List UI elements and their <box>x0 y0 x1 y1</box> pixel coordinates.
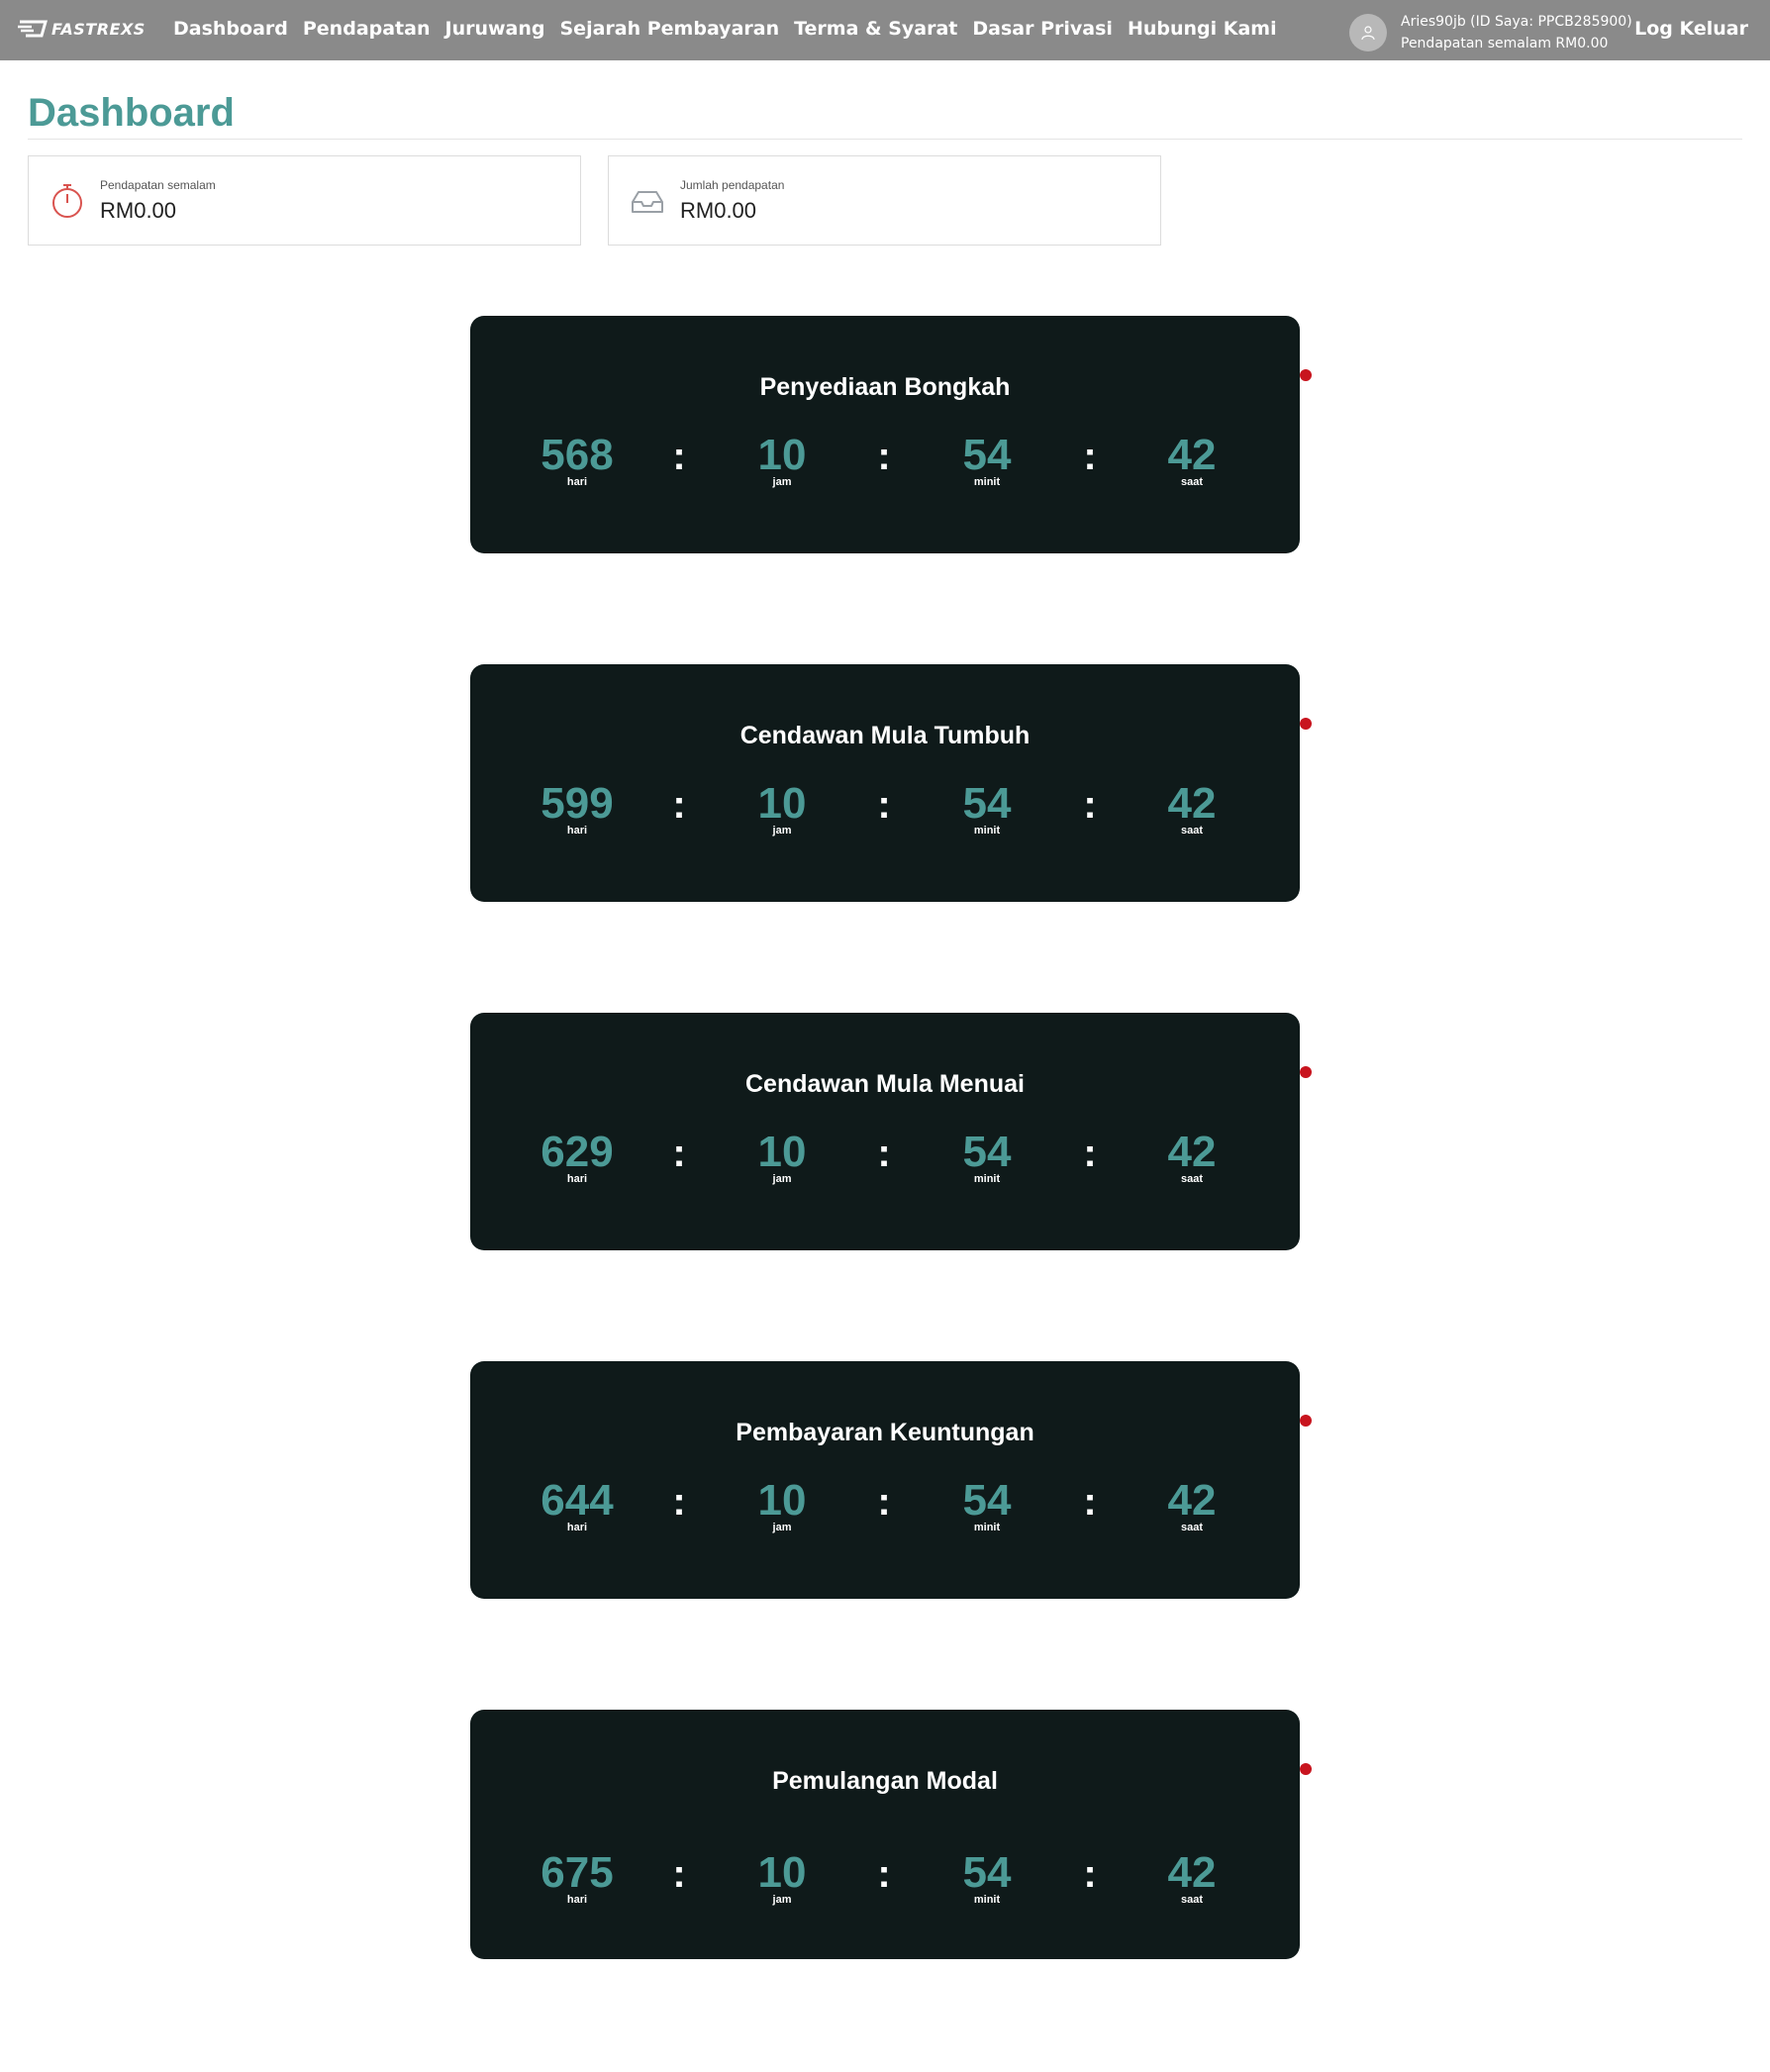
status-dot <box>1300 369 1312 381</box>
countdown-seconds: 42 <box>1167 1476 1217 1525</box>
nav-pendapatan[interactable]: Pendapatan <box>303 18 431 40</box>
user-icon <box>1361 26 1375 41</box>
unit-label-seconds: saat <box>1180 476 1204 488</box>
logo-icon <box>18 20 48 38</box>
countdown-separator: : <box>672 1132 686 1175</box>
countdown-separator: : <box>877 1852 891 1896</box>
countdown-hours: 10 <box>757 1476 807 1525</box>
countdown-seconds: 42 <box>1167 779 1217 828</box>
countdown-days: 629 <box>541 1128 614 1176</box>
countdown-days: 644 <box>541 1476 614 1525</box>
countdown-title: Penyediaan Bongkah <box>759 373 1011 401</box>
stat-label: Jumlah pendapatan <box>680 178 785 192</box>
countdown-separator: : <box>877 1132 891 1175</box>
countdown-minutes: 54 <box>962 1476 1012 1525</box>
unit-label-minutes: minit <box>973 825 1001 837</box>
countdown-separator: : <box>1083 1852 1097 1896</box>
nav-dasar-privasi[interactable]: Dasar Privasi <box>972 18 1113 40</box>
unit-label-hours: jam <box>772 476 792 488</box>
status-dot <box>1300 1763 1312 1775</box>
stopwatch-icon <box>52 184 82 218</box>
nav-dashboard[interactable]: Dashboard <box>173 18 288 40</box>
unit-label-hours: jam <box>772 1894 792 1906</box>
countdown-separator: : <box>1083 435 1097 478</box>
countdown-minutes: 54 <box>962 431 1012 479</box>
unit-label-hours: jam <box>772 825 792 837</box>
countdown-separator: : <box>672 783 686 827</box>
unit-label-seconds: saat <box>1180 1173 1204 1185</box>
user-info: Aries90jb (ID Saya: PPCB285900) Pendapat… <box>1349 11 1632 54</box>
stat-card-total-earning: Jumlah pendapatan RM0.00 <box>608 155 1161 246</box>
logo[interactable]: FASTREXS <box>18 18 146 40</box>
countdown-card-pembayaran-keuntungan: Pembayaran Keuntungan 644 hari : 10 jam : … <box>470 1361 1312 1599</box>
nav-hubungi-kami[interactable]: Hubungi Kami <box>1128 18 1277 40</box>
status-dot <box>1300 718 1312 730</box>
stat-value: RM0.00 <box>680 198 757 223</box>
stat-label: Pendapatan semalam <box>100 178 216 192</box>
unit-label-hours: jam <box>772 1522 792 1533</box>
unit-label-seconds: saat <box>1180 825 1204 837</box>
countdown-separator: : <box>672 1852 686 1896</box>
main-nav: Dashboard Pendapatan Juruwang Sejarah Pe… <box>173 18 1292 40</box>
nav-terma-syarat[interactable]: Terma & Syarat <box>794 18 957 40</box>
countdown-separator: : <box>672 1480 686 1524</box>
unit-label-minutes: minit <box>973 1894 1001 1906</box>
unit-label-minutes: minit <box>973 1173 1001 1185</box>
countdown-card-cendawan-mula-menuai: Cendawan Mula Menuai 629 hari : 10 jam : 5… <box>470 1013 1312 1250</box>
countdown-title: Pemulangan Modal <box>772 1767 998 1795</box>
countdown-minutes: 54 <box>962 779 1012 828</box>
status-dot <box>1300 1066 1312 1078</box>
countdown-minutes: 54 <box>962 1128 1012 1176</box>
countdown-seconds: 42 <box>1167 1128 1217 1176</box>
countdown-card-pemulangan-modal: Pemulangan Modal 675 hari : 10 jam : 54 min… <box>470 1710 1312 1959</box>
unit-label-hours: jam <box>772 1173 792 1185</box>
unit-label-minutes: minit <box>973 476 1001 488</box>
status-dot <box>1300 1415 1312 1427</box>
countdown-hours: 10 <box>757 779 807 828</box>
unit-label-days: hari <box>566 476 588 488</box>
top-navbar: FASTREXS Dashboard Pendapatan Juruwang S… <box>0 0 1770 60</box>
countdown-days: 599 <box>541 779 614 828</box>
user-id-text: Aries90jb (ID Saya: PPCB285900) <box>1401 14 1632 30</box>
inbox-icon <box>632 191 663 213</box>
countdown-separator: : <box>1083 1480 1097 1524</box>
countdown-separator: : <box>877 435 891 478</box>
countdown-hours: 10 <box>757 1848 807 1897</box>
countdown-title: Pembayaran Keuntungan <box>736 1419 1034 1446</box>
countdown-days: 568 <box>541 431 614 479</box>
user-earning-text: Pendapatan semalam RM0.00 <box>1401 36 1609 51</box>
countdown-seconds: 42 <box>1167 1848 1217 1897</box>
countdown-hours: 10 <box>757 431 807 479</box>
countdown-days: 675 <box>541 1848 614 1897</box>
countdown-seconds: 42 <box>1167 431 1217 479</box>
countdown-separator: : <box>672 435 686 478</box>
countdown-title: Cendawan Mula Menuai <box>745 1070 1025 1098</box>
countdown-separator: : <box>877 1480 891 1524</box>
unit-label-seconds: saat <box>1180 1522 1204 1533</box>
countdown-separator: : <box>877 783 891 827</box>
title-divider <box>28 139 1742 140</box>
countdown-card-penyediaan-bongkah: Penyediaan Bongkah 568 hari : 10 jam : 54 m… <box>470 316 1312 553</box>
logout-link[interactable]: Log Keluar <box>1634 18 1748 40</box>
countdown-hours: 10 <box>757 1128 807 1176</box>
logo-text: FASTREXS <box>51 19 146 39</box>
countdown-card-cendawan-mula-tumbuh: Cendawan Mula Tumbuh 599 hari : 10 jam : 5… <box>470 664 1312 902</box>
countdown-separator: : <box>1083 1132 1097 1175</box>
nav-sejarah-pembayaran[interactable]: Sejarah Pembayaran <box>560 18 780 40</box>
countdown-title: Cendawan Mula Tumbuh <box>739 722 1031 749</box>
countdown-minutes: 54 <box>962 1848 1012 1897</box>
unit-label-minutes: minit <box>973 1522 1001 1533</box>
avatar[interactable] <box>1349 14 1387 51</box>
page-title: Dashboard <box>28 91 235 135</box>
unit-label-seconds: saat <box>1180 1894 1204 1906</box>
stat-value: RM0.00 <box>100 198 177 223</box>
nav-juruwang[interactable]: Juruwang <box>445 18 545 40</box>
countdown-separator: : <box>1083 783 1097 827</box>
unit-label-days: hari <box>566 1173 588 1185</box>
unit-label-days: hari <box>566 1522 588 1533</box>
unit-label-days: hari <box>566 825 588 837</box>
stat-card-yesterday-earning: Pendapatan semalam RM0.00 <box>28 155 581 246</box>
unit-label-days: hari <box>566 1894 588 1906</box>
